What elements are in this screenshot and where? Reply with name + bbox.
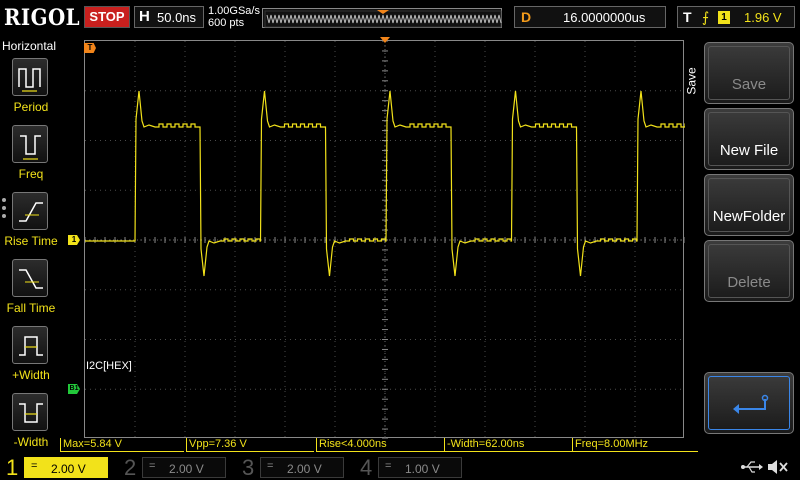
bus-1-offset-marker[interactable]: B1 xyxy=(68,384,80,394)
channel-1-waveform xyxy=(85,90,685,277)
acquisition-info: 1.00GSa/s 600 pts xyxy=(208,5,260,29)
rise-time-icon xyxy=(12,192,48,230)
channel-3-scale: 2.00 V xyxy=(287,462,322,476)
channel-3-number: 3 xyxy=(242,455,255,480)
top-status-bar: RIGOL STOP H 50.0ns 1.00GSa/s 600 pts D … xyxy=(0,0,800,36)
memory-waveform-overview xyxy=(262,8,502,28)
channel-1-coupling: = xyxy=(31,460,38,472)
measure-freq-result[interactable]: Freq=8.00MHz xyxy=(572,438,698,452)
horizontal-measure-menu: Horizontal Period Freq Rise Time Fall Ti… xyxy=(0,36,62,454)
channel-2-status[interactable]: 2 = 2.00 V xyxy=(118,455,234,480)
measure-period-label: Period xyxy=(13,100,49,114)
measure-freq-button[interactable]: Freq xyxy=(0,125,62,191)
new-folder-button-label: NewFolder xyxy=(712,208,786,225)
measure-fall-time-label: Fall Time xyxy=(6,301,56,315)
channel-3-status[interactable]: 3 = 2.00 V xyxy=(236,455,352,480)
trigger-time-marker: T xyxy=(84,43,96,53)
measure-vpp-result[interactable]: Vpp=7.36 V xyxy=(186,438,314,452)
measure-neg-width-result[interactable]: -Width=62.00ns xyxy=(444,438,572,452)
channel-1-scale: 2.00 V xyxy=(51,462,86,476)
trigger-position-marker[interactable] xyxy=(380,37,390,43)
mute-icon[interactable] xyxy=(766,458,790,476)
channel-2-number: 2 xyxy=(124,455,137,480)
new-file-button-label: New File xyxy=(719,142,779,159)
measure-positive-width-button[interactable]: +Width xyxy=(0,326,62,392)
measurement-results-bar: Max=5.84 V Vpp=7.36 V Rise<4.000ns -Widt… xyxy=(60,438,700,453)
save-menu-title: Save xyxy=(684,67,699,95)
measure-negative-width-label: -Width xyxy=(13,435,49,449)
trigger-type-label: T xyxy=(683,9,692,25)
fall-time-icon xyxy=(12,259,48,297)
channel-2-coupling: = xyxy=(149,460,156,472)
measure-positive-width-label: +Width xyxy=(12,368,50,382)
trigger-level-value: 1.96 V xyxy=(744,10,782,25)
measure-rise-time-button[interactable]: Rise Time xyxy=(0,192,62,258)
new-file-button[interactable]: New File xyxy=(704,108,794,170)
save-button[interactable]: Save xyxy=(704,42,794,104)
usb-icon xyxy=(741,461,763,473)
channel-1-number: 1 xyxy=(6,455,19,480)
return-button[interactable] xyxy=(704,372,794,434)
delete-button-label: Delete xyxy=(727,274,771,291)
channel-2-scale: 2.00 V xyxy=(169,462,204,476)
save-button-label: Save xyxy=(731,76,767,93)
sample-rate: 1.00GSa/s xyxy=(208,5,260,17)
channel-4-status[interactable]: 4 = 1.00 V xyxy=(354,455,470,480)
delete-button[interactable]: Delete xyxy=(704,240,794,302)
brand-logo: RIGOL xyxy=(4,5,81,31)
measure-freq-label: Freq xyxy=(18,167,44,181)
timebase-value: 50.0ns xyxy=(157,10,197,25)
memory-depth: 600 pts xyxy=(208,17,245,29)
positive-width-icon xyxy=(12,326,48,364)
measure-fall-time-button[interactable]: Fall Time xyxy=(0,259,62,325)
delay-value: 16.0000000us xyxy=(563,10,646,25)
return-arrow-icon xyxy=(733,394,769,414)
bus-decode-label: I2C[HEX] xyxy=(86,360,132,372)
trigger-settings[interactable]: T ⨍ 1 1.96 V xyxy=(677,6,795,28)
run-stop-indicator[interactable]: STOP xyxy=(84,6,130,28)
period-icon xyxy=(12,58,48,96)
channel-4-scale: 1.00 V xyxy=(405,462,440,476)
channel-1-offset-marker[interactable]: 1 xyxy=(68,235,80,245)
waveform-display[interactable] xyxy=(84,40,685,439)
rising-edge-icon: ⨍ xyxy=(702,9,710,25)
measure-rise-result[interactable]: Rise<4.000ns xyxy=(316,438,444,452)
new-folder-button[interactable]: NewFolder xyxy=(704,174,794,236)
timebase-label: H xyxy=(139,8,150,25)
timebase-control[interactable]: H 50.0ns xyxy=(134,6,204,28)
measure-rise-time-label: Rise Time xyxy=(4,234,58,248)
menu-title: Horizontal xyxy=(2,39,57,53)
measure-period-button[interactable]: Period xyxy=(0,58,62,124)
channel-4-number: 4 xyxy=(360,455,373,480)
channel-status-bar: 1 = 2.00 V 2 = 2.00 V 3 = 2.00 V 4 = 1.0… xyxy=(0,455,800,480)
freq-icon xyxy=(12,125,48,163)
delay-label: D xyxy=(521,9,532,25)
channel-1-status[interactable]: 1 = 2.00 V xyxy=(0,455,116,480)
trigger-source-badge: 1 xyxy=(718,11,730,24)
channel-4-coupling: = xyxy=(385,460,392,472)
channel-3-coupling: = xyxy=(267,460,274,472)
measure-negative-width-button[interactable]: -Width xyxy=(0,393,62,459)
negative-width-icon xyxy=(12,393,48,431)
measure-max-result[interactable]: Max=5.84 V xyxy=(60,438,184,452)
horizontal-delay-control[interactable]: D 16.0000000us xyxy=(514,6,666,28)
